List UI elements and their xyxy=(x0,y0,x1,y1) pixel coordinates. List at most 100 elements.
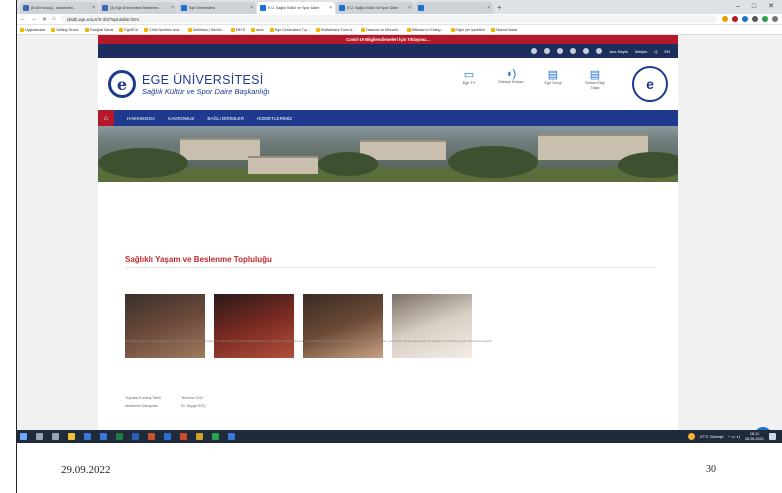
bookmark-icon xyxy=(20,27,24,32)
page-viewport: Covid-19 Bilgilendirmeleri İçin Tıklayın… xyxy=(16,35,782,443)
app-icon[interactable] xyxy=(196,433,203,440)
reload-icon[interactable]: ✕ xyxy=(42,16,47,23)
bookmark-icon xyxy=(84,27,89,32)
notification-icon[interactable] xyxy=(769,433,776,440)
start-icon[interactable] xyxy=(20,433,27,440)
browser-tab[interactable]: E.Ü. Sağlık Kültür ve Spor Daire × xyxy=(336,2,414,14)
bookmark-icon xyxy=(490,27,495,32)
meta-value: Temmuz 2017 xyxy=(181,396,204,400)
excel-icon[interactable] xyxy=(116,433,123,440)
app-icon[interactable] xyxy=(180,433,187,440)
bookmark-label: Okuma listesi xyxy=(495,27,518,32)
tab-title: E.Ü. Sağlık Kültür ve Spor Daire xyxy=(347,6,399,10)
hall-photo[interactable] xyxy=(303,294,383,358)
bookmark-item[interactable]: Diğer yer işaretleri xyxy=(450,27,485,32)
browser-screenshot: (8.409 sonuç) - muhendisl... × (3) Ege Üni… xyxy=(16,0,782,443)
content-area: Sağlıklı Yaşam ve Beslenme Topluluğu Top… xyxy=(98,35,678,408)
bookmark-icon xyxy=(51,27,56,32)
tab-close-icon[interactable]: × xyxy=(408,5,411,11)
clock[interactable]: 18:11 28.06.2021 xyxy=(745,432,764,440)
outlook-icon[interactable] xyxy=(164,433,171,440)
browser-tab[interactable]: × xyxy=(415,2,493,14)
bookmark-label: Ege Üniversitesi Tıp... xyxy=(274,27,310,32)
description: Topluluğumuzun amacı sağlıklı yaşam tarz… xyxy=(125,338,655,344)
bookmark-item[interactable]: Uygulamalar xyxy=(20,27,46,32)
bookmark-item[interactable]: Mutfakhane Fono A... xyxy=(315,27,356,32)
menu-icon[interactable] xyxy=(772,16,778,22)
forward-icon[interactable]: → xyxy=(31,16,37,22)
bookmark-item[interactable]: Setting Sense xyxy=(51,27,79,32)
seminar-photo[interactable] xyxy=(125,294,205,358)
back-icon[interactable]: ← xyxy=(20,16,26,22)
tab-title: (3) Ege Üniversitesi Beslenme... xyxy=(110,6,162,10)
extension-icon[interactable] xyxy=(722,16,728,22)
bookmark-icon xyxy=(315,27,320,32)
bookmark-label: Dawood ve Mücahit... xyxy=(366,27,401,32)
weather-icon xyxy=(687,433,695,440)
meta-key: Akademik Danışman xyxy=(125,404,159,408)
url-input[interactable]: sksdb.ege.edu.tr/tr-3/3/Topluluklar.html xyxy=(60,15,717,23)
browser-tab[interactable]: (8.409 sonuç) - muhendisl... × xyxy=(20,2,98,14)
chrome-icon[interactable] xyxy=(212,433,219,440)
bookmark-item[interactable]: Okuma listesi xyxy=(490,27,518,32)
bookmark-icon xyxy=(119,27,124,32)
group-photo[interactable] xyxy=(392,294,472,358)
home-icon[interactable]: ⌂ xyxy=(52,16,56,22)
slide: (8.409 sonuç) - muhendisl... × (3) Ege Üni… xyxy=(0,0,782,493)
page-title: Sağlıklı Yaşam ve Beslenme Topluluğu xyxy=(125,255,272,264)
store-icon[interactable] xyxy=(84,433,91,440)
tab-favicon-icon xyxy=(260,5,266,11)
task-view-icon[interactable] xyxy=(52,433,59,440)
tab-close-icon[interactable]: × xyxy=(171,5,174,11)
search-icon[interactable] xyxy=(36,433,43,440)
extension-icon[interactable] xyxy=(732,16,738,22)
clock-date: 28.06.2021 xyxy=(744,436,764,441)
word-icon[interactable] xyxy=(132,433,139,440)
bookmark-label: Uygulamalar xyxy=(25,27,46,32)
new-tab-button[interactable]: + xyxy=(494,2,505,14)
extension-icon[interactable] xyxy=(752,16,758,22)
tab-close-icon[interactable]: × xyxy=(92,5,95,11)
tab-close-icon[interactable]: × xyxy=(487,5,490,11)
extension-icon[interactable] xyxy=(762,16,768,22)
browser-tab[interactable]: Ege Üniversitesi × xyxy=(178,2,256,14)
audience-photo[interactable] xyxy=(214,294,294,358)
tab-bar: (8.409 sonuç) - muhendisl... × (3) Ege Üni… xyxy=(16,0,782,14)
tab-close-icon[interactable]: × xyxy=(250,5,253,11)
bookmark-label: Setting Sense xyxy=(56,27,79,32)
powerpoint-icon[interactable] xyxy=(148,433,155,440)
tab-title: Ege Üniversitesi xyxy=(189,6,215,10)
bookmark-label: EgeEDU xyxy=(124,27,139,32)
bookmark-icon xyxy=(251,27,256,32)
file-explorer-icon[interactable] xyxy=(68,433,75,440)
meta-value: Dr. Duygu KOÇ xyxy=(181,404,206,408)
bookmark-item[interactable]: EBYS xyxy=(230,27,245,32)
bookmark-item[interactable]: arsiv xyxy=(251,27,264,32)
browser-tab[interactable]: E.Ü. Sağlık Kültür ve Spor Daire × xyxy=(257,2,335,14)
bookmark-item[interactable]: Child Nutrition and... xyxy=(144,27,182,32)
website: Covid-19 Bilgilendirmeleri İçin Tıklayın… xyxy=(98,35,678,430)
bookmark-item[interactable]: Dawood ve Mücahit... xyxy=(361,27,401,32)
bookmark-label: Dietitians | Sterillo... xyxy=(192,27,225,32)
tray-icons[interactable]: ^ ▭ ◖) xyxy=(728,434,740,439)
bookmark-item[interactable]: Diffusion in Eating ... xyxy=(406,27,445,32)
extension-icon[interactable] xyxy=(742,16,748,22)
tab-title: E.Ü. Sağlık Kültür ve Spor Daire xyxy=(268,6,320,10)
bookmark-item[interactable]: Dietitians | Sterillo... xyxy=(187,27,225,32)
tab-close-icon[interactable]: × xyxy=(329,5,332,11)
browser-tab[interactable]: (3) Ege Üniversitesi Beslenme... × xyxy=(99,2,177,14)
bookmark-item[interactable]: Ege Üniversitesi Tıp... xyxy=(269,27,310,32)
bookmark-item[interactable]: EgeEDU xyxy=(119,27,139,32)
close-icon[interactable]: ✕ xyxy=(768,0,774,14)
mail-icon[interactable] xyxy=(100,433,107,440)
meta-row: Akademik Danışman Dr. Duygu KOÇ xyxy=(125,402,206,410)
bookmark-icon xyxy=(187,27,192,32)
bookmark-label: arsiv xyxy=(256,27,264,32)
slide-page-number: 30 xyxy=(706,464,716,475)
weather-text[interactable]: 27°C Güneşli xyxy=(700,434,724,439)
minimize-icon[interactable]: – xyxy=(736,0,740,14)
bookmark-item[interactable]: Fotoğraf Sanat xyxy=(84,27,113,32)
maximize-icon[interactable]: □ xyxy=(752,0,756,14)
app-icon[interactable] xyxy=(228,433,235,440)
bookmark-label: Mutfakhane Fono A... xyxy=(320,27,356,32)
